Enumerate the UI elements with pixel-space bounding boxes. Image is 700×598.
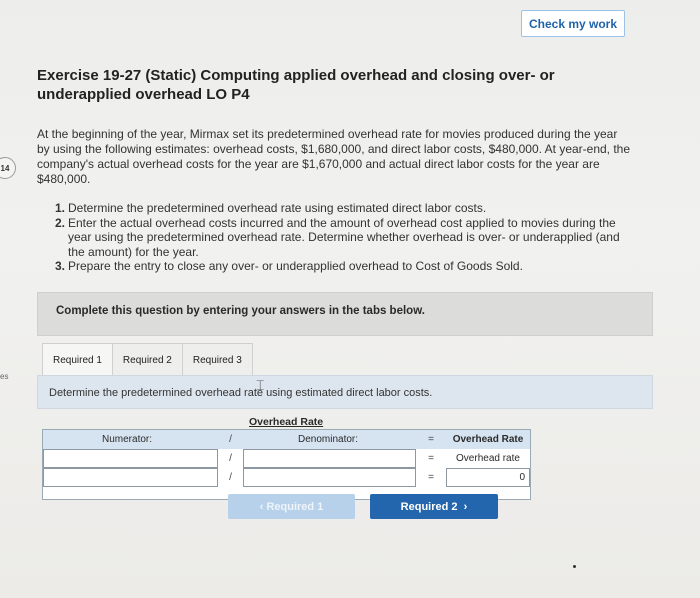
exercise-intro: At the beginning of the year, Mirmax set… [37, 127, 631, 186]
denominator-label: Denominator: [243, 430, 416, 449]
page: 14 es Check my work Exercise 19-27 (Stat… [0, 0, 700, 598]
sidebar-fragment: es [0, 372, 9, 381]
tab-required-1[interactable]: Required 1 [42, 343, 113, 376]
rate-table-title: Overhead Rate [249, 416, 324, 428]
divide-sign: / [229, 472, 232, 483]
chevron-right-icon: › [457, 500, 468, 513]
exercise-title: Exercise 19-27 (Static) Computing applie… [37, 67, 555, 103]
numerator-label: Numerator: [43, 430, 218, 449]
result-value: 0 [446, 468, 530, 487]
step-text: Determine the predetermined overhead rat… [68, 201, 487, 215]
check-my-work-button[interactable]: Check my work [521, 10, 625, 37]
question-number-badge[interactable]: 14 [0, 157, 16, 179]
step-number: 3. [55, 259, 66, 273]
prev-button-label: Required 1 [266, 500, 324, 513]
table-header-row: Numerator: / Denominator: = Overhead Rat… [43, 430, 530, 449]
equals-sign: = [416, 430, 446, 449]
numerator-input[interactable] [43, 468, 218, 487]
divide-sign: / [229, 453, 232, 464]
chevron-left-icon: ‹ [259, 500, 267, 513]
step-text: Enter the actual overhead costs incurred… [68, 215, 620, 259]
result-header: Overhead Rate [446, 430, 530, 449]
step-item: 3. Prepare the entry to close any over- o… [55, 259, 635, 274]
result-label: Overhead rate [456, 453, 520, 464]
decorative-dot [573, 565, 576, 568]
step-text: Prepare the entry to close any over- or … [68, 259, 523, 273]
rate-grid: Numerator: / Denominator: = Overhead Rat… [42, 429, 531, 500]
instruction-bar: Determine the predetermined overhead rat… [37, 375, 653, 409]
step-number: 2. [55, 215, 66, 230]
numerator-input[interactable] [43, 449, 218, 468]
divide-sign: / [218, 430, 243, 449]
table-row: / = Overhead rate [43, 449, 530, 468]
complete-prompt: Complete this question by entering your … [56, 305, 425, 317]
text-cursor-icon: ⌶ [256, 377, 265, 393]
tab-required-2[interactable]: Required 2 [111, 343, 183, 376]
instruction-text: Determine the predetermined overhead rat… [49, 387, 433, 399]
equals-sign: = [428, 453, 434, 464]
tab-required-3[interactable]: Required 3 [181, 343, 253, 376]
equals-sign: = [428, 472, 434, 483]
complete-prompt-box: Complete this question by entering your … [37, 292, 653, 336]
next-required-button[interactable]: Required 2 › [370, 494, 498, 519]
step-item: 2. Enter the actual overhead costs incurr… [55, 216, 635, 260]
denominator-input[interactable] [243, 449, 416, 468]
next-button-label: Required 2 [400, 500, 458, 513]
prev-required-button[interactable]: ‹ Required 1 [228, 494, 355, 519]
denominator-input[interactable] [243, 468, 416, 487]
step-number: 1. [55, 201, 66, 215]
table-row: / = 0 [43, 468, 530, 487]
step-item: 1. Determine the predetermined overhead r… [55, 201, 635, 216]
steps-list: 1. Determine the predetermined overhead r… [55, 201, 635, 274]
tab-bar: Required 1 Required 2 Required 3 [42, 343, 253, 376]
